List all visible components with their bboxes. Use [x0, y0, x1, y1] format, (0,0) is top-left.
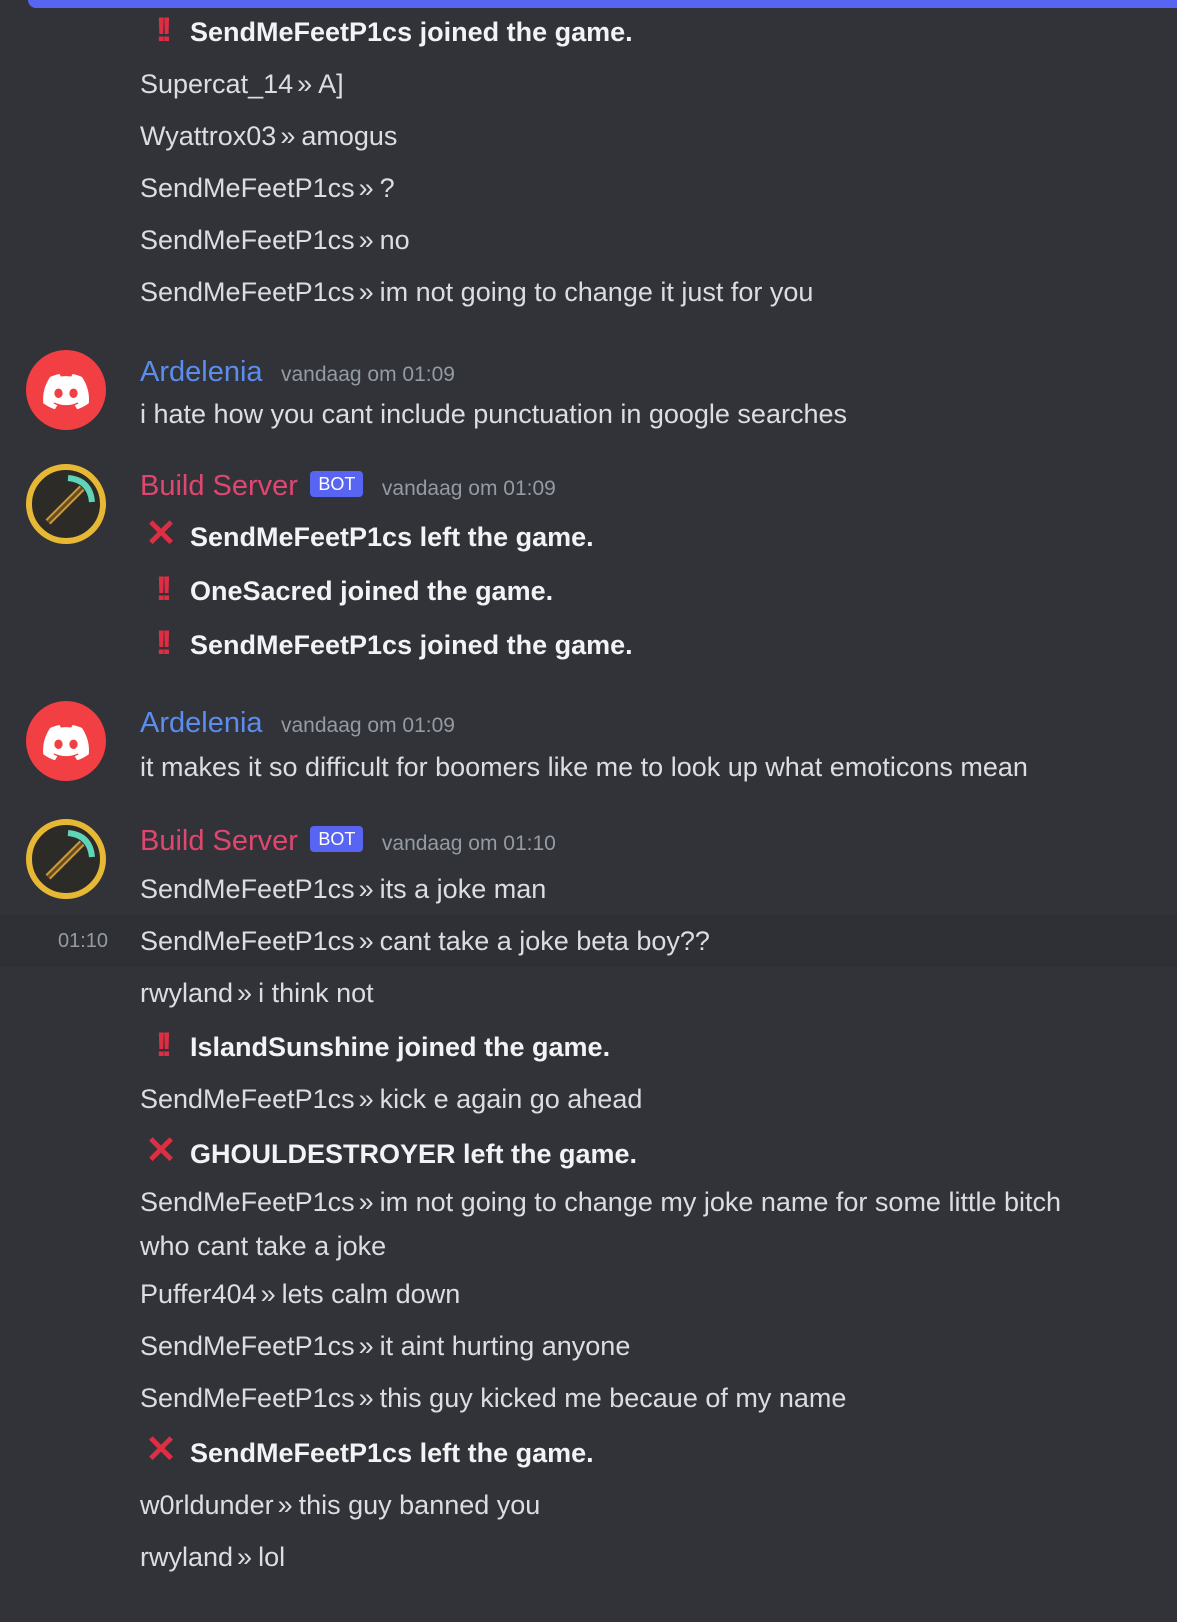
list-item: SendMeFeetP1cs» its a joke man	[140, 874, 547, 904]
list-item: !! OneSacred joined the game.	[140, 563, 1177, 617]
double-exclamation-icon: !!	[155, 570, 173, 608]
author-name[interactable]: Ardelenia	[140, 707, 263, 739]
list-item: !! SendMeFeetP1cs joined the game.	[140, 617, 1177, 671]
message-group-top: !! SendMeFeetP1cs joined the game. Superc…	[0, 4, 1177, 318]
list-item: SendMeFeetP1cs» no	[140, 225, 410, 255]
pickaxe-icon	[45, 830, 95, 880]
avatar[interactable]	[26, 701, 106, 781]
list-item: !! IslandSunshine joined the game.	[140, 1019, 1177, 1073]
list-item: rwyland» i think not	[140, 978, 374, 1008]
message-group-build-server-1: Build Server BOT vandaag om 01:09 ✕ SendM…	[0, 464, 1177, 671]
bot-badge: BOT	[310, 826, 364, 852]
message-group-build-server-2: Build Server BOT vandaag om 01:10 SendMe…	[0, 819, 1177, 1583]
list-item: SendMeFeetP1cs» this guy kicked me becaue…	[140, 1383, 847, 1413]
message-header: Build Server BOT vandaag om 01:09	[140, 464, 1177, 508]
list-item: rwyland» lol	[140, 1542, 286, 1572]
message-text: it makes it so difficult for boomers lik…	[140, 752, 1028, 782]
list-item: SendMeFeetP1cs» it aint hurting anyone	[140, 1331, 631, 1361]
message-group-ardelenia-1: Ardelenia vandaag om 01:09 i hate how yo…	[0, 350, 1177, 434]
bot-badge: BOT	[310, 471, 364, 497]
list-item: SendMeFeetP1cs» im not going to change it…	[140, 277, 814, 307]
timestamp[interactable]: vandaag om 01:09	[281, 714, 455, 737]
list-item: Wyattrox03» amogus	[140, 121, 398, 151]
message-header: Build Server BOT vandaag om 01:10	[140, 819, 1177, 863]
list-item: Puffer404» lets calm down	[140, 1279, 461, 1309]
cross-mark-icon: ✕	[145, 513, 177, 555]
avatar[interactable]	[26, 464, 106, 544]
author-name[interactable]: Build Server	[140, 470, 298, 502]
discord-logo-icon	[43, 725, 90, 761]
list-item: ✕ GHOULDESTROYER left the game.	[140, 1125, 1177, 1180]
list-item: Supercat_14» A]	[140, 69, 344, 99]
double-exclamation-icon: !!	[155, 624, 173, 662]
cross-mark-icon: ✕	[145, 1130, 177, 1172]
cross-mark-icon: ✕	[145, 1429, 177, 1471]
discord-logo-icon	[43, 374, 90, 410]
list-item: SendMeFeetP1cs» kick e again go ahead	[140, 1084, 643, 1114]
message-header: Ardelenia vandaag om 01:09	[140, 350, 1177, 394]
message-group-ardelenia-2: Ardelenia vandaag om 01:09 it makes it s…	[0, 701, 1177, 793]
timestamp[interactable]: vandaag om 01:10	[382, 832, 556, 855]
double-exclamation-icon: !!	[155, 11, 173, 49]
list-item-hovered[interactable]: 01:10 SendMeFeetP1cs» cant take a joke bet…	[0, 915, 1177, 967]
list-item: w0rldunder» this guy banned you	[140, 1490, 541, 1520]
timestamp[interactable]: vandaag om 01:09	[281, 363, 455, 386]
list-item: SendMeFeetP1cs» im not going to change my…	[140, 1187, 1061, 1261]
list-item: ✕ SendMeFeetP1cs left the game.	[140, 1424, 1177, 1479]
list-item: !! SendMeFeetP1cs joined the game.	[140, 4, 1177, 58]
timestamp[interactable]: vandaag om 01:09	[382, 477, 556, 500]
avatar[interactable]	[26, 819, 106, 899]
author-name[interactable]: Build Server	[140, 825, 298, 857]
author-name[interactable]: Ardelenia	[140, 356, 263, 388]
hover-timestamp[interactable]: 01:10	[58, 915, 108, 967]
list-item: SendMeFeetP1cs»?	[140, 173, 395, 203]
avatar[interactable]	[26, 350, 106, 430]
message-text: i hate how you cant include punctuation …	[140, 399, 847, 429]
message-header: Ardelenia vandaag om 01:09	[140, 701, 1177, 745]
pickaxe-icon	[45, 475, 95, 525]
list-item: ✕ SendMeFeetP1cs left the game.	[140, 508, 1177, 563]
message-list: !! SendMeFeetP1cs joined the game. Superc…	[0, 0, 1177, 1622]
double-exclamation-icon: !!	[155, 1026, 173, 1064]
